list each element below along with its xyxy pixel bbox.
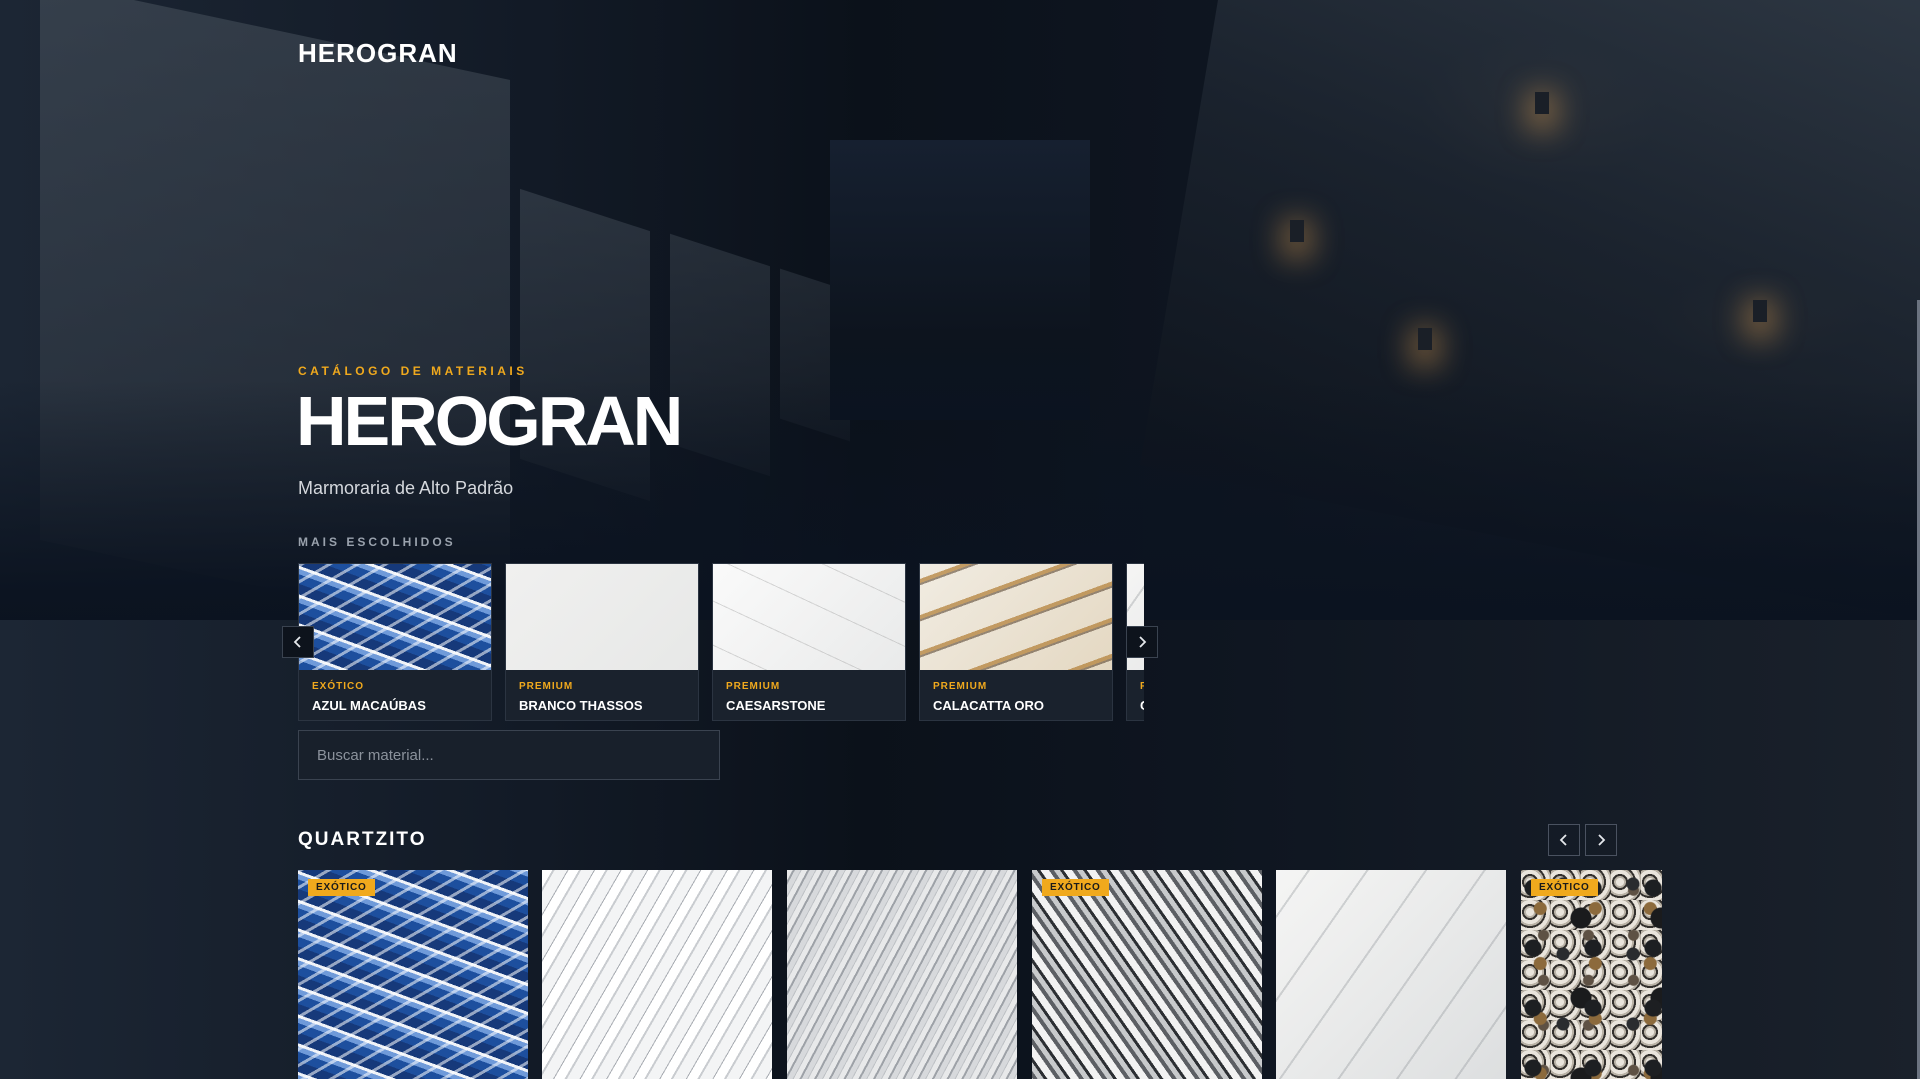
chevron-right-icon [1598, 834, 1606, 846]
material-thumbnail [920, 564, 1112, 670]
hero-background [0, 0, 1920, 620]
chevron-right-icon [1139, 636, 1147, 648]
material-thumbnail [713, 564, 905, 670]
material-tag: PREMIUM [933, 681, 988, 692]
category-row-quartzito: EXÓTICO EXÓTICO EXÓTICO [298, 870, 1662, 1079]
lamp-decor [1290, 220, 1304, 242]
search-input[interactable] [298, 730, 720, 780]
hero-subtitle: Marmoraria de Alto Padrão [298, 478, 514, 498]
material-name: AZUL MACAÚBAS [312, 698, 426, 713]
featured-prev-button[interactable] [282, 626, 314, 658]
corridor-decor [830, 140, 1090, 420]
category-title-quartzito: QUARTZITO [298, 829, 427, 850]
category-next-button[interactable] [1585, 824, 1617, 856]
material-name: CALACATTA ORO [933, 698, 1044, 713]
material-tile[interactable] [1276, 870, 1506, 1079]
hero-eyebrow: CATÁLOGO DE MATERIAIS [298, 364, 528, 378]
page: HEROGRAN CATÁLOGO DE MATERIAIS HEROGRAN … [0, 0, 1920, 1079]
material-tag: P [1140, 681, 1144, 692]
chevron-left-icon [1559, 834, 1567, 846]
brand-logo[interactable]: HEROGRAN [298, 38, 458, 69]
lamp-decor [1418, 328, 1432, 350]
featured-next-button[interactable] [1126, 626, 1158, 658]
material-name: BRANCO THASSOS [519, 698, 643, 713]
material-thumbnail [506, 564, 698, 670]
featured-section-label: MAIS ESCOLHIDOS [298, 535, 456, 549]
material-tile[interactable] [542, 870, 772, 1079]
featured-carousel: EXÓTICO AZUL MACAÚBAS PREMIUM BRANCO THA… [298, 563, 1144, 721]
featured-card-branco-thassos[interactable]: PREMIUM BRANCO THASSOS [505, 563, 699, 721]
material-tile[interactable]: EXÓTICO [1521, 870, 1662, 1079]
category-prev-button[interactable] [1548, 824, 1580, 856]
material-tile[interactable]: EXÓTICO [1032, 870, 1262, 1079]
hero-title: HEROGRAN [296, 382, 683, 460]
material-tag: EXÓTICO [312, 681, 365, 692]
material-tag: PREMIUM [726, 681, 781, 692]
featured-card-azul-macaubas[interactable]: EXÓTICO AZUL MACAÚBAS [298, 563, 492, 721]
featured-card-calacatta-oro[interactable]: PREMIUM CALACATTA ORO [919, 563, 1113, 721]
material-tile[interactable]: EXÓTICO [298, 870, 528, 1079]
lamp-decor [1535, 92, 1549, 114]
material-name: CAESARSTONE [726, 698, 826, 713]
material-name: C [1140, 698, 1144, 713]
lamp-decor [1753, 300, 1767, 322]
material-tile[interactable] [787, 870, 1017, 1079]
featured-card-caesarstone[interactable]: PREMIUM CAESARSTONE [712, 563, 906, 721]
material-tag: PREMIUM [519, 681, 574, 692]
chevron-left-icon [293, 636, 301, 648]
material-thumbnail [299, 564, 491, 670]
exotico-badge: EXÓTICO [1531, 879, 1598, 896]
exotico-badge: EXÓTICO [308, 879, 375, 896]
exotico-badge: EXÓTICO [1042, 879, 1109, 896]
